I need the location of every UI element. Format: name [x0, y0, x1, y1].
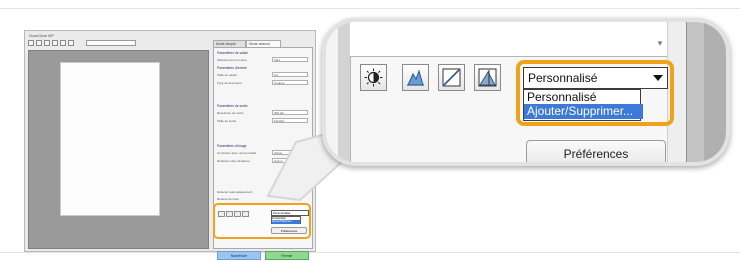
chevron-down-icon[interactable] — [653, 75, 663, 81]
tone-select-dropdown: Personnalisé Ajouter/Supprimer... — [523, 89, 643, 121]
preferences-button[interactable]: Préférences — [526, 140, 666, 162]
tone-curve-select[interactable]: Personnalisé — [523, 67, 668, 89]
magnified-callout: ▾ Personnalisé Personnalisé Ajouter/Supp… — [322, 18, 730, 166]
tone-curve-button[interactable] — [438, 64, 465, 91]
histogram-icon — [407, 69, 424, 86]
threshold-icon — [478, 68, 497, 87]
spin-up-icon[interactable]: ▾ — [655, 38, 665, 50]
threshold-button[interactable] — [474, 64, 501, 91]
callout-rail-outer — [704, 22, 726, 162]
brightness-contrast-icon — [364, 68, 383, 87]
tone-select-value: Personnalisé — [528, 71, 598, 85]
option-personnalise[interactable]: Personnalisé — [524, 90, 643, 104]
tone-curve-icon — [442, 68, 461, 87]
brightness-contrast-button[interactable] — [360, 64, 387, 91]
histogram-button[interactable] — [402, 64, 429, 91]
option-ajouter-supprimer[interactable]: Ajouter/Supprimer... — [524, 104, 643, 119]
callout-top-field — [350, 22, 686, 57]
